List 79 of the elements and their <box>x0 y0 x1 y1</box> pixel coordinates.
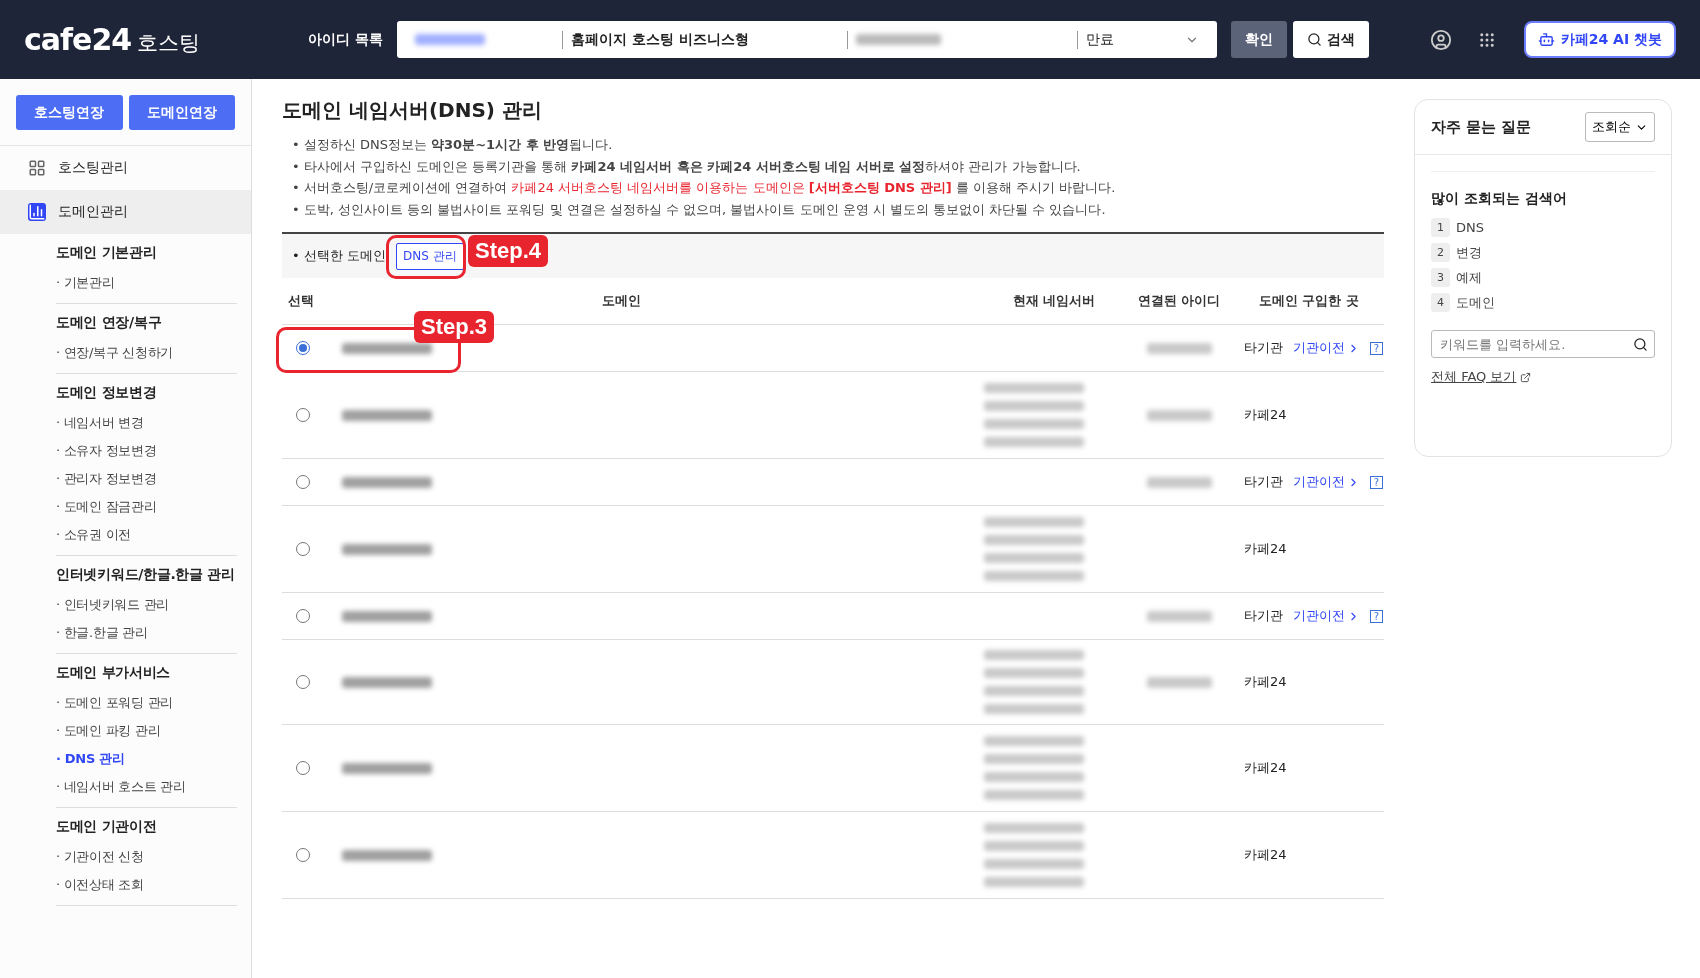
menu-group-title: 인터넷키워드/한글.한글 관리 <box>56 566 236 584</box>
column-header: 도메인 구입한 곳 <box>1257 292 1361 310</box>
transfer-link[interactable]: 기관이전 <box>1293 607 1360 625</box>
selected-domain-label: • 선택한 도메인 <box>292 247 386 265</box>
column-header: 현재 네임서버 <box>1011 292 1097 310</box>
registrar-text: 카페24 <box>1244 673 1287 691</box>
keyword-link[interactable]: 2 변경 <box>1431 243 1655 262</box>
registrar-text: 카페24 <box>1244 846 1287 864</box>
robot-icon <box>1537 31 1555 48</box>
sidebar-link[interactable]: · 인터넷키워드 관리 <box>56 591 237 619</box>
sidebar-link[interactable]: · 네임서버 변경 <box>56 409 237 437</box>
sidebar-link[interactable]: · 도메인 잠금관리 <box>56 493 237 521</box>
search-icon[interactable] <box>1633 336 1648 352</box>
logo-suffix: 호스팅 <box>137 30 201 57</box>
page-title: 도메인 네임서버(DNS) 관리 <box>282 97 543 124</box>
chatbot-button[interactable]: 카페24 AI 챗봇 <box>1523 21 1676 58</box>
sidebar-link[interactable]: · DNS 관리 <box>56 745 237 773</box>
all-faq-link[interactable]: 전체 FAQ 보기 <box>1431 368 1655 386</box>
registrar-text: 타기관 <box>1244 473 1283 491</box>
sidebar-link[interactable]: · 소유권 이전 <box>56 521 237 549</box>
menu-group-title: 도메인 기본관리 <box>56 244 158 262</box>
registrar-text: 카페24 <box>1244 540 1287 558</box>
column-header: 도메인 <box>601 292 642 310</box>
column-header: 연결된 아이디 <box>1136 292 1222 310</box>
help-badge[interactable]: ? <box>1370 475 1383 489</box>
renew-button[interactable]: 도메인연장 <box>128 95 235 130</box>
sidebar-link[interactable]: · 네임서버 호스트 관리 <box>56 773 237 801</box>
logo: cafe24 <box>24 22 132 57</box>
menu-group-title: 도메인 부가서비스 <box>56 664 172 682</box>
transfer-link[interactable]: 기관이전 <box>1293 339 1360 357</box>
chart-icon <box>28 203 46 221</box>
transfer-link[interactable]: 기관이전 <box>1293 473 1360 491</box>
dns-manage-button[interactable]: DNS 관리 <box>395 242 464 270</box>
step-label: Step.3 <box>414 311 495 343</box>
sidebar-menu-item[interactable]: 도메인관리 <box>0 190 251 234</box>
notice-text: • 도박, 성인사이트 등의 불법사이트 포워딩 및 연결은 설정하실 수 없으며, 불법사이트 도메인 운영 시 별도의 통보없이 차단될 수 있습니다. <box>291 200 1107 219</box>
notice-text: • 서버호스팅/코로케이션에 연결하여 카페24 서버호스팅 네임서버를 이용하는 도메인은 [서버호스팅 DNS 관리] 를 이용해 주시기 바랍니다. <box>291 179 1117 197</box>
help-badge[interactable]: ? <box>1370 609 1383 623</box>
keyword-link[interactable]: 1 DNS <box>1431 218 1655 237</box>
registrar-text: 타기관 <box>1244 339 1283 357</box>
menu-group-title: 도메인 연장/복구 <box>56 314 163 332</box>
sidebar-link[interactable]: · 기관이전 신청 <box>56 843 237 871</box>
external-link-icon <box>1520 371 1532 383</box>
step-label: Step.4 <box>468 235 549 267</box>
account-selector[interactable]: 홈페이지 호스팅 비즈니스형 만료 <box>396 21 1217 58</box>
column-header: 선택 <box>287 292 315 310</box>
keyword-link[interactable]: 3 예제 <box>1431 268 1655 287</box>
search-button[interactable]: 검색 <box>1292 21 1369 58</box>
product-name: 홈페이지 호스팅 비즈니스형 <box>570 30 749 49</box>
registrar-text: 카페24 <box>1244 759 1287 777</box>
keyword-link[interactable]: 4 도메인 <box>1431 293 1655 312</box>
sidebar-link[interactable]: · 한글.한글 관리 <box>56 619 237 647</box>
notice-text: • 설정하신 DNS정보는 약30분~1시간 후 반영됩니다. <box>291 136 614 154</box>
registrar-text: 타기관 <box>1244 607 1283 625</box>
help-badge[interactable]: ? <box>1370 341 1383 355</box>
keyword-search-field[interactable]: 키워드를 입력하세요. <box>1431 330 1655 358</box>
sidebar-link[interactable]: · 연장/복구 신청하기 <box>56 339 237 367</box>
account-icon[interactable] <box>1429 28 1452 51</box>
popular-title: 많이 조회되는 검색어 <box>1431 190 1568 208</box>
notice-text: • 타사에서 구입하신 도메인은 등록기관을 통해 카페24 네임서버 혹은 카페24 서버호스팅 네임 서버로 설정하셔야 관리가 가능합니다. <box>291 157 1082 176</box>
grid-icon <box>28 159 46 177</box>
sidebar-menu-item[interactable]: 호스팅관리 <box>0 146 251 190</box>
registrar-text: 카페24 <box>1244 406 1287 424</box>
renew-button[interactable]: 호스팅연장 <box>16 95 123 130</box>
search-icon <box>1306 32 1322 47</box>
apps-grid-icon[interactable] <box>1477 30 1496 49</box>
sidebar-link[interactable]: · 소유자 정보변경 <box>56 437 237 465</box>
status-text: 만료 <box>1085 30 1114 49</box>
sidebar-link[interactable]: · 관리자 정보변경 <box>56 465 237 493</box>
sidebar-link[interactable]: · 이전상태 조회 <box>56 871 237 899</box>
faq-title: 자주 묻는 질문 <box>1431 117 1532 137</box>
sidebar-link[interactable]: · 기본관리 <box>56 269 237 297</box>
sidebar-link[interactable]: · 도메인 파킹 관리 <box>56 717 237 745</box>
id-list-label: 아이디 목록 <box>308 30 383 49</box>
menu-group-title: 도메인 기관이전 <box>56 818 158 836</box>
sidebar-link[interactable]: · 도메인 포워딩 관리 <box>56 689 237 717</box>
confirm-button[interactable]: 확인 <box>1230 21 1287 58</box>
menu-group-title: 도메인 정보변경 <box>56 384 158 402</box>
sort-select[interactable]: 조회순 <box>1585 112 1655 142</box>
